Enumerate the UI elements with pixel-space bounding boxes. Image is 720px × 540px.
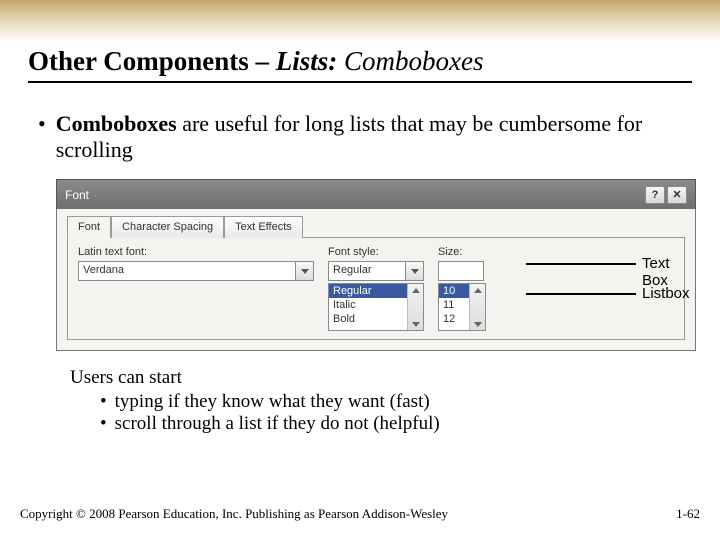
chevron-down-icon [411,269,419,274]
scroll-down-button[interactable] [408,318,423,330]
scroll-down-button[interactable] [470,318,485,330]
font-style-input[interactable]: Regular [328,261,406,281]
lower-bullets: • typing if they know what they want (fas… [100,391,692,435]
callout-label-textbox: Text Box [642,255,696,289]
label-font-style: Font style: [328,246,379,258]
slide-top-gradient [0,0,720,42]
title-part3: Comboboxes [337,46,483,76]
bullet-bold: Comboboxes [56,111,177,136]
label-latin-font: Latin text font: [78,246,147,258]
lower-lead: Users can start [70,367,692,389]
slide-title: Other Components – Lists: Comboboxes [28,46,692,77]
latin-font-combobox[interactable]: Verdana [78,261,328,281]
bullet-dot-icon: • [100,413,107,435]
list-item[interactable]: 12 [439,312,469,326]
dialog-title-text: Font [65,188,89,202]
help-icon: ? [652,189,659,201]
scroll-up-button[interactable] [408,284,423,296]
tab-font-label: Font [78,221,100,233]
font-dialog: Font ? ✕ Font Character Spacing Text Eff… [56,179,696,351]
lower-item: scroll through a list if they do not (he… [115,413,440,435]
size-input[interactable]: 10 [438,261,484,281]
scrollbar[interactable] [469,284,485,330]
font-style-listbox[interactable]: Regular Italic Bold [328,283,424,331]
main-bullet: • Comboboxes are useful for long lists t… [38,111,692,163]
list-item[interactable]: 10 [439,284,469,298]
bullet-dot-icon: • [38,111,46,163]
close-button[interactable]: ✕ [667,186,687,204]
chevron-down-icon [412,322,420,327]
tab-panel-font: Latin text font: Font style: Size: Verda… [67,237,685,340]
callout-line-textbox [526,263,636,265]
tab-text-effects[interactable]: Text Effects [224,216,303,238]
tab-strip: Font Character Spacing Text Effects [67,215,685,237]
size-listbox[interactable]: 10 11 12 [438,283,486,331]
latin-font-dropdown-button[interactable] [296,261,314,281]
title-underline [28,81,692,83]
chevron-down-icon [301,269,309,274]
footer-copyright: Copyright © 2008 Pearson Education, Inc.… [20,506,448,522]
tab-character-spacing[interactable]: Character Spacing [111,216,224,238]
help-button[interactable]: ? [645,186,665,204]
scrollbar[interactable] [407,284,423,330]
lower-item: typing if they know what they want (fast… [115,391,430,413]
dialog-titlebar[interactable]: Font ? ✕ [56,179,696,209]
callout-line-listbox [526,293,636,295]
chevron-down-icon [474,322,482,327]
size-textbox[interactable]: 10 [438,261,498,281]
callout-label-listbox: Listbox [642,285,690,302]
tab-font[interactable]: Font [67,216,111,238]
footer-page-number: 1-62 [676,506,700,522]
scroll-up-button[interactable] [470,284,485,296]
latin-font-input[interactable]: Verdana [78,261,296,281]
close-icon: ✕ [672,188,681,201]
list-item[interactable]: Italic [329,298,407,312]
chevron-up-icon [412,288,420,293]
title-part2: Lists: [276,46,338,76]
label-size: Size: [438,246,462,258]
tab-charspacing-label: Character Spacing [122,221,213,233]
list-item[interactable]: Bold [329,312,407,326]
title-part1: Other Components – [28,46,276,76]
font-style-combobox[interactable]: Regular [328,261,438,281]
list-item[interactable]: 11 [439,298,469,312]
tab-texteffects-label: Text Effects [235,221,292,233]
bullet-dot-icon: • [100,391,107,413]
list-item[interactable]: Regular [329,284,407,298]
chevron-up-icon [474,288,482,293]
font-style-dropdown-button[interactable] [406,261,424,281]
